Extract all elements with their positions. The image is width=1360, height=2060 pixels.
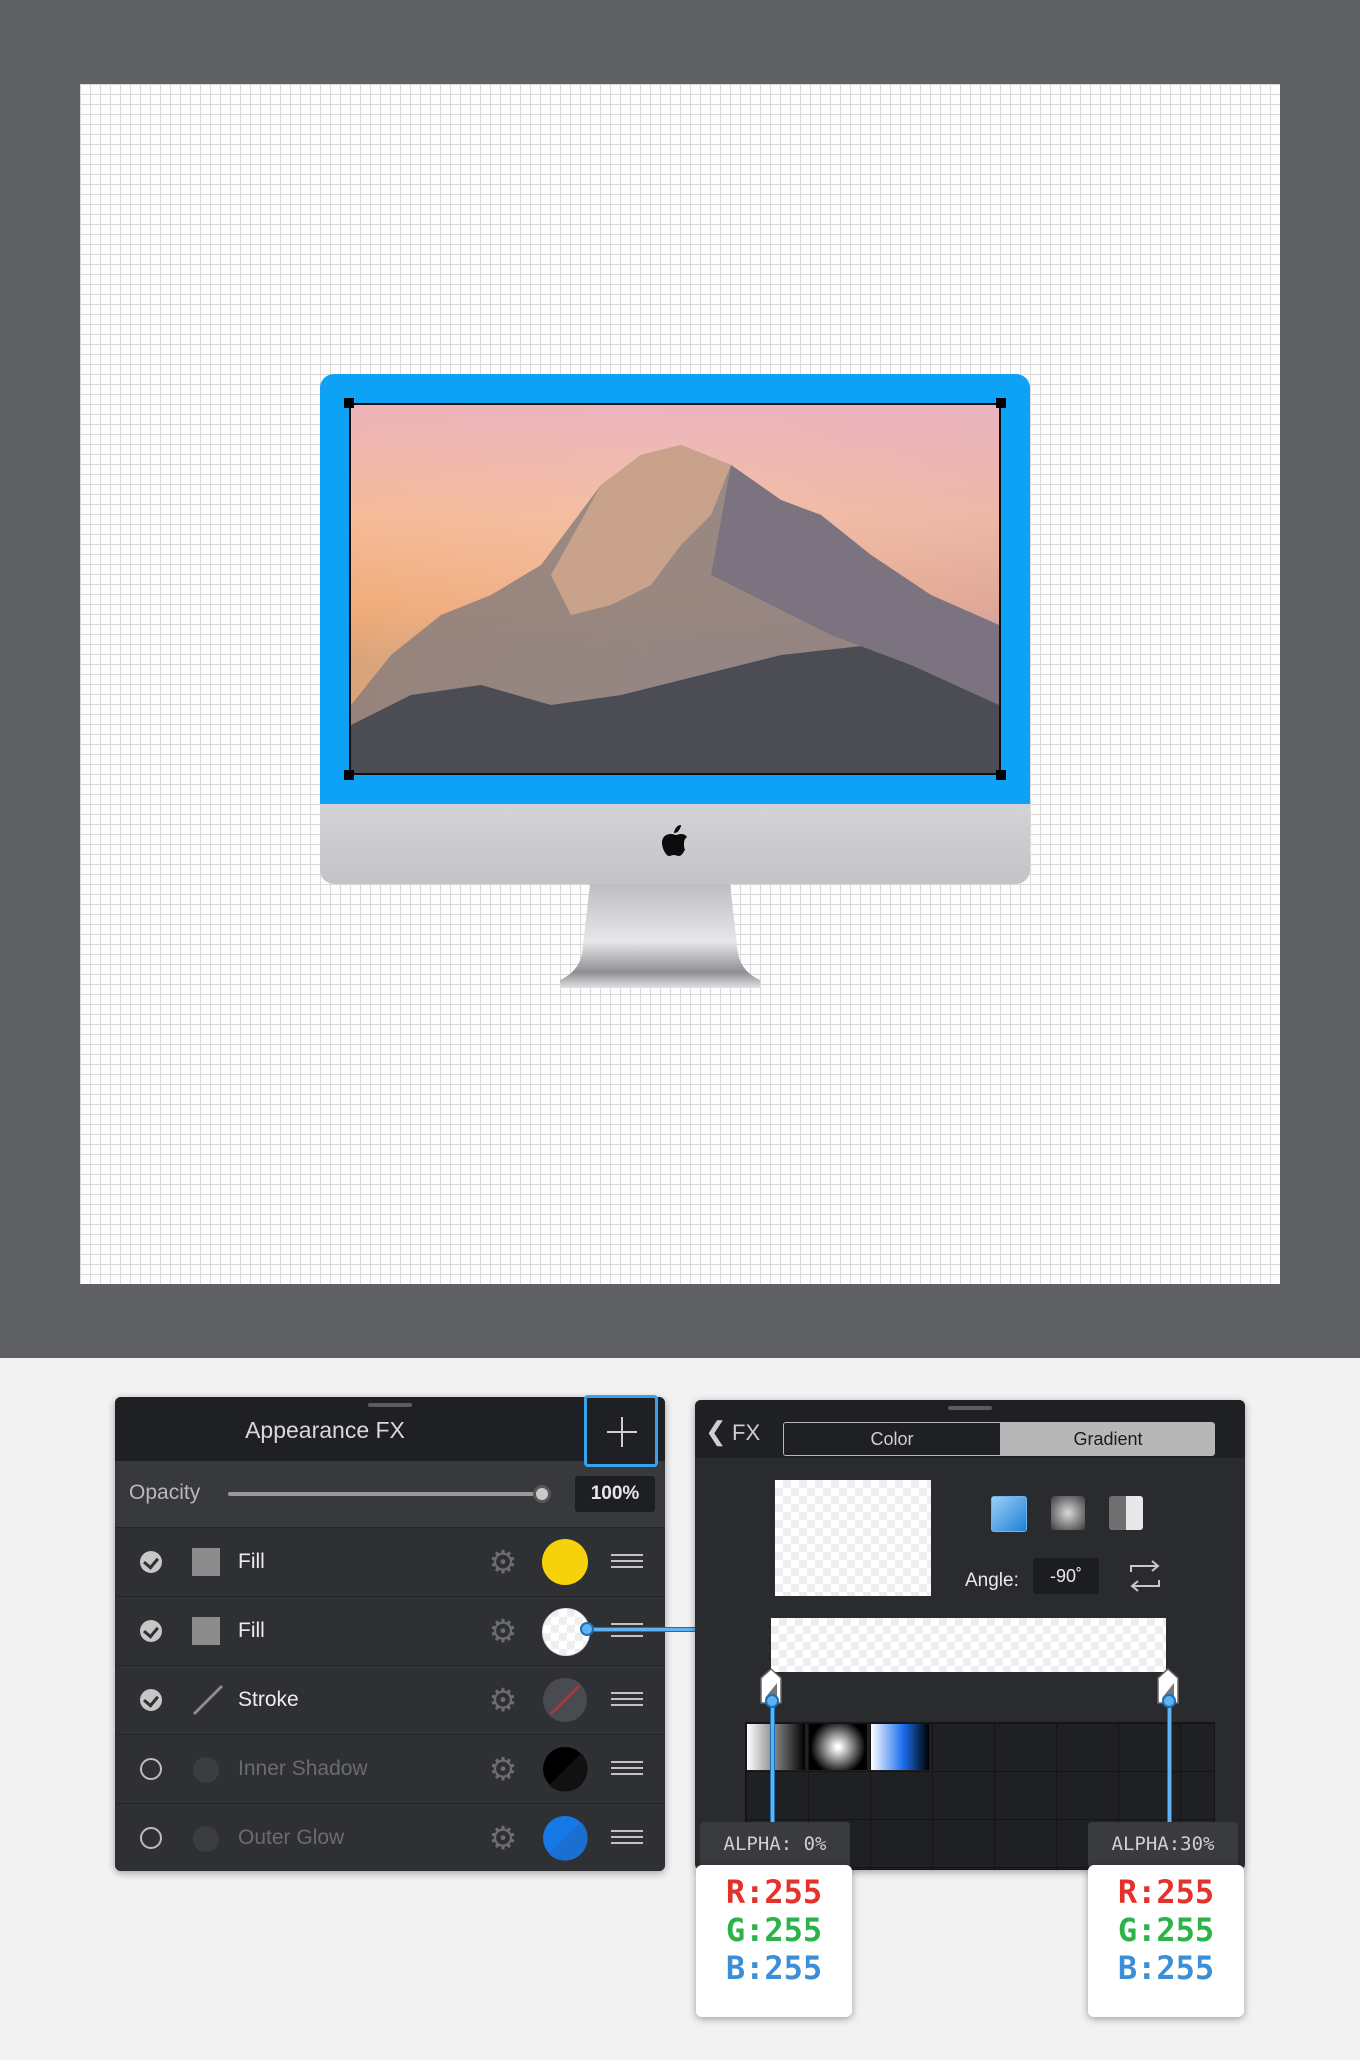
gradient-editor-panel: ❮ FX Color Gradient Angle: -90˚ [695, 1400, 1245, 1870]
effect-row-outer-glow[interactable]: Outer Glow ⚙ [115, 1803, 665, 1871]
imac-stand [560, 884, 760, 988]
connector-line [588, 1627, 698, 1632]
angle-value-field[interactable]: -90˚ [1033, 1558, 1099, 1594]
rgb-card-left: R:255 G:255 B:255 [696, 1865, 852, 2017]
fill-swatch-icon [192, 1548, 220, 1576]
imac-chin[interactable] [320, 804, 1030, 884]
panel-grip[interactable] [368, 1403, 412, 1407]
imac-screen-image[interactable] [349, 403, 1001, 775]
enabled-checkbox[interactable] [140, 1551, 162, 1573]
gear-icon[interactable]: ⚙ [488, 1684, 518, 1716]
red-value: R:255 [725, 1873, 823, 1911]
effect-label: Fill [238, 1550, 265, 1573]
outer-glow-icon [193, 1826, 219, 1852]
opacity-label: Opacity [129, 1481, 201, 1504]
drag-handle-icon[interactable] [611, 1554, 643, 1568]
drag-handle-icon[interactable] [611, 1692, 643, 1706]
enabled-checkbox[interactable] [140, 1620, 162, 1642]
drag-handle-icon[interactable] [611, 1830, 643, 1844]
stop-connector-right [1167, 1698, 1172, 1840]
alpha-label-left: ALPHA: 0% [700, 1822, 850, 1866]
tab-color[interactable]: Color [784, 1423, 1000, 1455]
connector-dot [580, 1622, 594, 1636]
selection-handle-bl[interactable] [344, 770, 354, 780]
inner-shadow-icon [193, 1757, 219, 1783]
selection-handle-tr[interactable] [996, 398, 1006, 408]
back-chevron-icon[interactable]: ❮ [705, 1416, 727, 1447]
blue-value: B:255 [725, 1949, 823, 1987]
green-value: G:255 [725, 1911, 823, 1949]
opacity-value-field[interactable]: 100% [575, 1476, 655, 1512]
preset-radial[interactable] [809, 1724, 867, 1770]
enabled-checkbox[interactable] [140, 1758, 162, 1780]
effect-row-fill-1[interactable]: Fill ⚙ [115, 1527, 665, 1596]
angle-label: Angle: [965, 1570, 1019, 1591]
radial-gradient-icon[interactable] [1051, 1496, 1085, 1530]
panel-header: Appearance FX [115, 1397, 665, 1461]
blue-value: B:255 [1117, 1949, 1215, 1987]
selection-handle-tl[interactable] [344, 398, 354, 408]
preset-white-black[interactable] [747, 1724, 805, 1770]
stop-connector-left [770, 1698, 775, 1840]
corner-gradient-icon[interactable] [1109, 1496, 1143, 1530]
stroke-line-icon [192, 1684, 224, 1716]
effect-row-stroke[interactable]: Stroke ⚙ [115, 1665, 665, 1734]
gear-icon[interactable]: ⚙ [488, 1822, 518, 1854]
tab-gradient[interactable]: Gradient [1000, 1423, 1214, 1455]
gear-icon[interactable]: ⚙ [488, 1753, 518, 1785]
back-label[interactable]: FX [732, 1420, 760, 1446]
fill-swatch-icon [192, 1617, 220, 1645]
gradient-panel-header: ❮ FX Color Gradient [695, 1400, 1245, 1458]
effect-label: Fill [238, 1619, 265, 1642]
enabled-checkbox[interactable] [140, 1689, 162, 1711]
mode-segmented-control[interactable]: Color Gradient [783, 1422, 1215, 1456]
opacity-slider[interactable] [228, 1492, 542, 1496]
color-well[interactable] [542, 1815, 588, 1861]
alpha-label-right: ALPHA:30% [1088, 1822, 1238, 1866]
apple-logo-icon [662, 825, 687, 856]
enabled-checkbox[interactable] [140, 1827, 162, 1849]
drag-handle-icon[interactable] [611, 1761, 643, 1775]
color-well-none[interactable] [542, 1677, 588, 1723]
add-effect-button[interactable] [584, 1395, 658, 1467]
linear-gradient-icon[interactable] [991, 1496, 1027, 1532]
plus-icon-vertical [621, 1417, 623, 1447]
green-value: G:255 [1117, 1911, 1215, 1949]
panel-grip[interactable] [948, 1406, 992, 1410]
rgb-card-right: R:255 G:255 B:255 [1088, 1865, 1244, 2017]
stop-connector-dot-left [765, 1694, 779, 1708]
effect-label: Outer Glow [238, 1826, 345, 1849]
gradient-bar[interactable] [771, 1618, 1166, 1672]
gradient-preview [775, 1480, 931, 1596]
gear-icon[interactable]: ⚙ [488, 1615, 518, 1647]
opacity-row: Opacity 100% [115, 1461, 665, 1527]
effect-label: Stroke [238, 1688, 299, 1711]
red-value: R:255 [1117, 1873, 1215, 1911]
effect-row-inner-shadow[interactable]: Inner Shadow ⚙ [115, 1734, 665, 1803]
reverse-gradient-icon[interactable] [1125, 1558, 1165, 1594]
selection-handle-br[interactable] [996, 770, 1006, 780]
color-well[interactable] [542, 1539, 588, 1585]
panel-title: Appearance FX [245, 1417, 405, 1443]
effect-label: Inner Shadow [238, 1757, 368, 1780]
preset-blue[interactable] [871, 1724, 929, 1770]
color-well[interactable] [542, 1746, 588, 1792]
gear-icon[interactable]: ⚙ [488, 1546, 518, 1578]
opacity-slider-knob[interactable] [533, 1485, 551, 1503]
stop-connector-dot-right [1162, 1694, 1176, 1708]
